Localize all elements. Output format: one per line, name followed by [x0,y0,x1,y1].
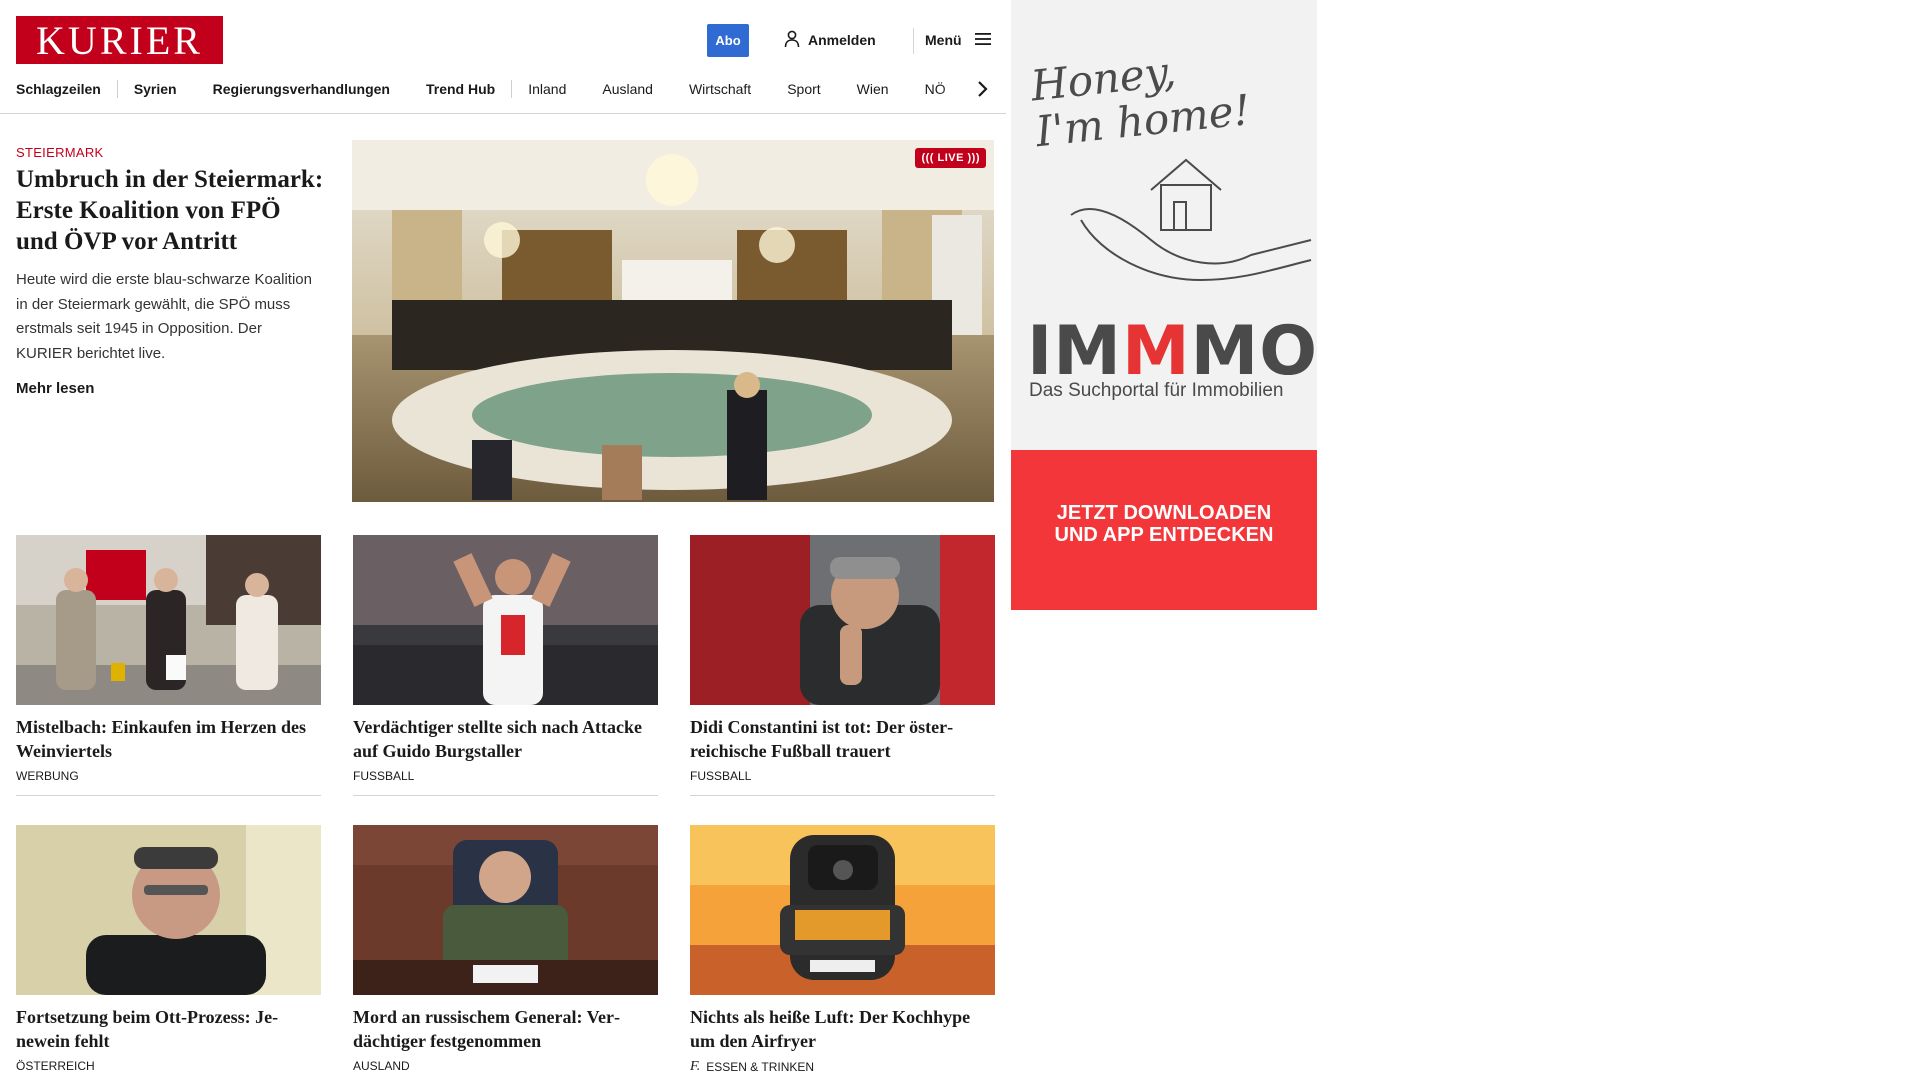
nav-item-sport[interactable]: Sport [787,81,820,97]
nav-item-inland[interactable]: Inland [528,81,566,97]
category-label: WERBUNG [16,769,79,783]
read-more-link[interactable]: Mehr lesen [16,380,94,397]
teaser-card-russian-general[interactable]: Mord an russischem General: Ver­dächtige… [353,825,658,1073]
nav-item-regierungsverhandlungen[interactable]: Regierungsverhandlungen [213,81,390,97]
category-label: AUSLAND [353,1059,410,1073]
card-category: AUSLAND [353,1059,658,1073]
general-photo [353,825,658,995]
login-label: Anmelden [808,32,876,48]
hero-kicker[interactable]: STEIERMARK [16,145,104,160]
site-header: KURIER Abo Anmelden Menü Schlagzeilen Sy… [0,0,1006,114]
divider [690,795,995,796]
nav-separator [116,80,118,98]
coach-photo [690,535,995,705]
header-divider [913,28,914,54]
hero-teaser: Heute wird die erste blau-schwarze Koali… [16,271,312,362]
card-title[interactable]: Nichts als heiße Luft: Der Koch­hype um … [690,1005,995,1053]
category-label: FUSSBALL [353,769,415,783]
teaser-card-mistelbach[interactable]: Mistelbach: Einkaufen im Herzen des Wein… [16,535,321,796]
ad-download-button[interactable]: JETZT DOWNLOADEN UND APP ENTDECKEN [1011,450,1317,610]
chevron-right-icon[interactable] [975,80,989,98]
category-label: FUSSBALL [690,769,752,783]
card-category: f. ESSEN & TRINKEN [690,1059,995,1075]
category-label: ÖSTERREICH [16,1059,95,1073]
live-badge: ((( LIVE ))) [915,148,986,168]
teaser-card-airfryer[interactable]: Nichts als heiße Luft: Der Koch­hype um … [690,825,995,1075]
teaser-card-constantini[interactable]: Didi Constantini ist tot: Der öster­reic… [690,535,995,796]
menu-button[interactable]: Menü [925,30,992,50]
category-label: ESSEN & TRINKEN [706,1060,815,1074]
footballer-photo [353,535,658,705]
card-title[interactable]: Verdächtiger stellte sich nach Atta­cke … [353,715,658,763]
card-category: FUSSBALL [690,769,995,783]
menu-label: Menü [925,32,962,48]
hamburger-icon [974,32,992,49]
card-title[interactable]: Mistelbach: Einkaufen im Herzen des Wein… [16,715,321,763]
nav-item-trend-hub[interactable]: Trend Hub [426,81,495,97]
airfryer-illustration [690,825,995,995]
portrait-photo [16,825,321,995]
card-title[interactable]: Didi Constantini ist tot: Der öster­reic… [690,715,995,763]
ceremony-hall-photo [352,140,994,502]
section-nav: Schlagzeilen Syrien Regierungsverhandlun… [16,78,992,100]
nav-item-wien[interactable]: Wien [857,81,889,97]
teaser-card-burgstaller[interactable]: Verdächtiger stellte sich nach Atta­cke … [353,535,658,796]
card-category: WERBUNG [16,769,321,783]
nav-item-wirtschaft[interactable]: Wirtschaft [689,81,751,97]
divider [16,795,321,796]
card-category: FUSSBALL [353,769,658,783]
ad-subtitle: Das Suchportal für Immobilien [1029,380,1284,401]
user-icon [784,30,800,51]
card-category: ÖSTERREICH [16,1059,321,1073]
kurier-logo[interactable]: KURIER [16,16,223,64]
cta-line-1: JETZT DOWNLOADEN [1056,502,1272,524]
nav-item-ausland[interactable]: Ausland [602,81,653,97]
card-title[interactable]: Fortsetzung beim Ott-Prozess: Je­newein … [16,1005,321,1053]
card-title[interactable]: Mord an russischem General: Ver­dächtige… [353,1005,658,1053]
nav-item-schlagzeilen[interactable]: Schlagzeilen [16,81,101,97]
hero-headline[interactable]: Umbruch in der Steier­mark: Erste Koalit… [16,164,326,257]
divider [353,795,658,796]
food-brand-icon: f. [690,1059,701,1074]
shopping-photo [16,535,321,705]
teaser-card-ott-prozess[interactable]: Fortsetzung beim Ott-Prozess: Je­newein … [16,825,321,1073]
cta-line-2: UND APP ENTDECKEN [1054,524,1274,546]
immmo-ad[interactable]: Honey, I'm home! IMMMO Das Suchportal fü… [1011,0,1317,610]
login-button[interactable]: Anmelden [784,30,876,50]
nav-item-syrien[interactable]: Syrien [134,81,177,97]
abo-button[interactable]: Abo [707,24,749,57]
hero-image[interactable]: ((( LIVE ))) [352,140,994,502]
nav-separator [511,80,513,98]
